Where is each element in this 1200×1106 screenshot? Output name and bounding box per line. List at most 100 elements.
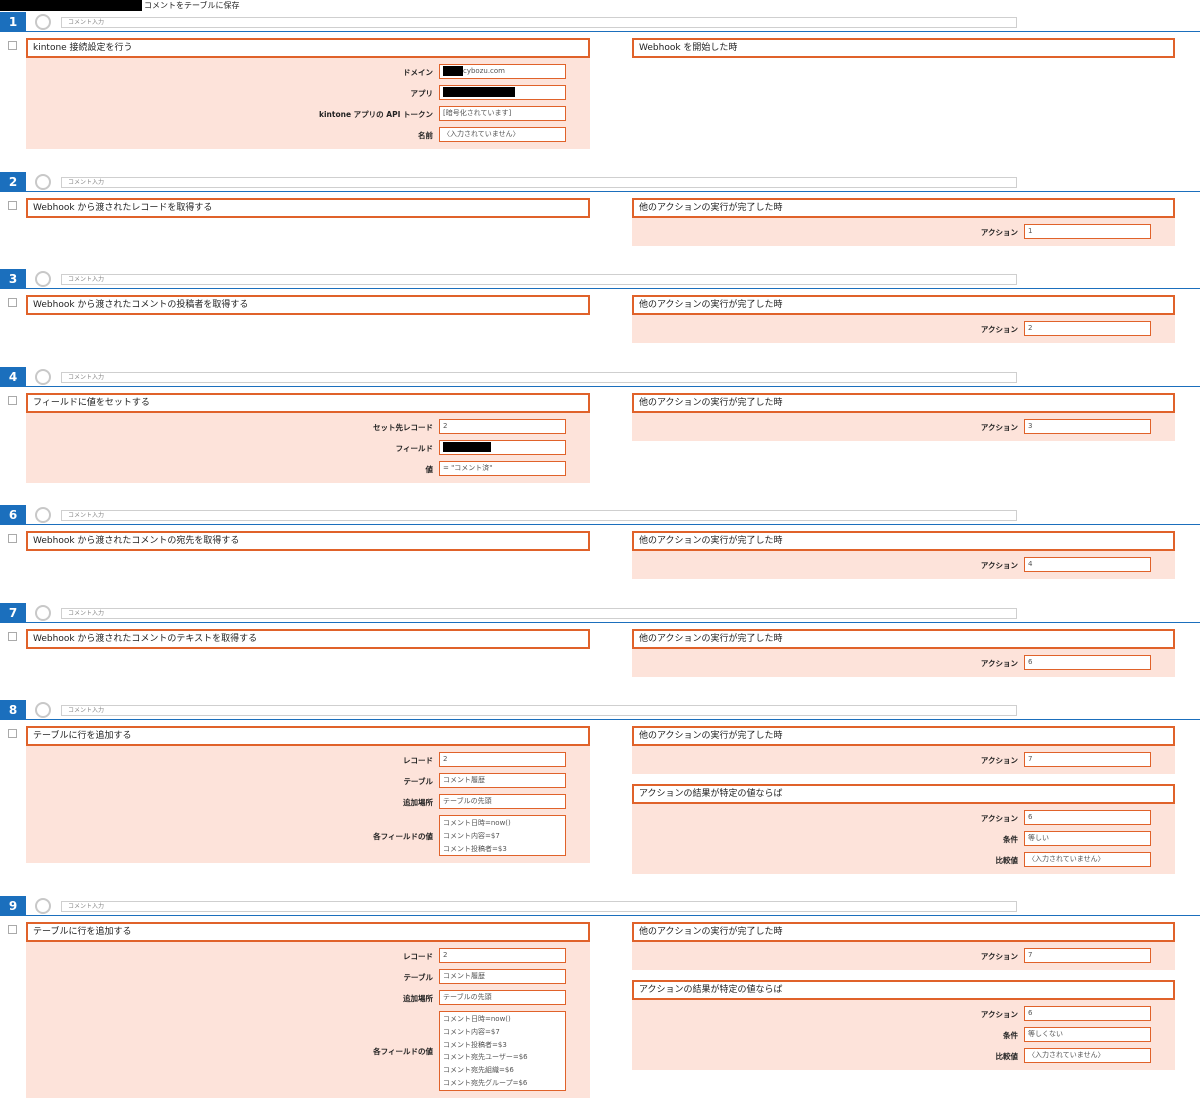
action-title[interactable]: テーブルに行を追加する	[26, 922, 590, 942]
action-title[interactable]: Webhook を開始した時	[632, 38, 1175, 58]
setting-row: アクション 6	[632, 810, 1175, 825]
setting-row: 比較値 〈入力されていません〉	[632, 852, 1175, 867]
action-title[interactable]: Webhook から渡されたレコードを取得する	[26, 198, 590, 218]
setting-label: レコード	[403, 755, 433, 765]
setting-value-field[interactable]: 6	[1024, 810, 1151, 825]
setting-value-field[interactable]: 等しい	[1024, 831, 1151, 846]
setting-value-field[interactable]	[439, 440, 566, 455]
setting-value-field[interactable]: = "コメント済"	[439, 461, 566, 476]
setting-value-field[interactable]: cybozu.com	[439, 64, 566, 79]
setting-label: アプリ	[410, 88, 434, 98]
setting-value: 等しくない	[1028, 1030, 1063, 1038]
value-line: コメント宛先グループ=$6	[443, 1078, 528, 1087]
setting-value-field[interactable]: 〈入力されていません〉	[1024, 1048, 1151, 1063]
action-title[interactable]: フィールドに値をセットする	[26, 393, 590, 413]
comment-input[interactable]: コメント入力	[61, 705, 1017, 716]
comment-input[interactable]: コメント入力	[61, 274, 1017, 285]
step-checkbox[interactable]	[8, 201, 17, 210]
action-title[interactable]: 他のアクションの実行が完了した時	[632, 295, 1175, 315]
section-divider	[26, 288, 1200, 289]
value-line: コメント宛先組織=$6	[443, 1066, 514, 1075]
setting-value-field[interactable]: 7	[1024, 948, 1151, 963]
trigger-panel: 他のアクションの実行が完了した時 アクション 3	[632, 393, 1175, 441]
action-title[interactable]: kintone 接続設定を行う	[26, 38, 590, 58]
setting-label-box: テーブル	[26, 773, 433, 788]
setting-row: フィールド	[26, 440, 590, 455]
setting-row: アクション 1	[632, 224, 1175, 239]
step-number-badge: 7	[0, 603, 26, 623]
setting-label: 比較値	[995, 1051, 1019, 1061]
action-title[interactable]: 他のアクションの実行が完了した時	[632, 531, 1175, 551]
comment-input[interactable]: コメント入力	[61, 372, 1017, 383]
setting-value-field[interactable]: テーブルの先頭	[439, 794, 566, 809]
comment-input[interactable]: コメント入力	[61, 510, 1017, 521]
setting-label: 比較値	[995, 855, 1019, 865]
trigger-panel: 他のアクションの実行が完了した時 アクション 7	[632, 922, 1175, 970]
comment-input[interactable]: コメント入力	[61, 17, 1017, 28]
comment-input[interactable]: コメント入力	[61, 177, 1017, 188]
setting-value-field[interactable]: コメント履歴	[439, 969, 566, 984]
comment-input[interactable]: コメント入力	[61, 608, 1017, 619]
setting-label-box: アクション	[632, 321, 1018, 336]
setting-value-field[interactable]: 2	[439, 752, 566, 767]
setting-value-field[interactable]: 4	[1024, 557, 1151, 572]
action-step: 1 コメント入力 kintone 接続設定を行う ドメイン cybozu.com アプリ k…	[0, 12, 1200, 149]
setting-value-field[interactable]	[439, 85, 566, 100]
setting-value: cybozu.com	[463, 67, 506, 75]
action-title[interactable]: アクションの結果が特定の値ならば	[632, 784, 1175, 804]
setting-value-field[interactable]: 〈入力されていません〉	[439, 127, 566, 142]
action-title[interactable]: 他のアクションの実行が完了した時	[632, 393, 1175, 413]
setting-value-field[interactable]: テーブルの先頭	[439, 990, 566, 1005]
setting-value-field[interactable]: 3	[1024, 419, 1151, 434]
step-number-badge: 9	[0, 896, 26, 916]
step-checkbox[interactable]	[8, 396, 17, 405]
redacted-value	[443, 442, 491, 452]
setting-label-box: テーブル	[26, 969, 433, 984]
setting-row: 追加場所 テーブルの先頭	[26, 794, 590, 809]
setting-row: アクション 4	[632, 557, 1175, 572]
setting-value-field[interactable]: 〈入力されていません〉	[1024, 852, 1151, 867]
comment-input[interactable]: コメント入力	[61, 901, 1017, 912]
action-settings: アクション 7	[632, 942, 1175, 970]
step-checkbox[interactable]	[8, 534, 17, 543]
setting-value-field[interactable]: 等しくない	[1024, 1027, 1151, 1042]
value-line: コメント日時=now()	[443, 819, 511, 827]
setting-value-field[interactable]: コメント履歴	[439, 773, 566, 788]
action-title[interactable]: アクションの結果が特定の値ならば	[632, 980, 1175, 1000]
setting-value-field[interactable]: 1	[1024, 224, 1151, 239]
action-title[interactable]: テーブルに行を追加する	[26, 726, 590, 746]
status-circle-icon	[35, 702, 51, 718]
action-title[interactable]: 他のアクションの実行が完了した時	[632, 922, 1175, 942]
status-circle-icon	[35, 174, 51, 190]
setting-value-field[interactable]: 6	[1024, 1006, 1151, 1021]
setting-value-field[interactable]: 2	[1024, 321, 1151, 336]
setting-row: 各フィールドの値 コメント日時=now() コメント内容=$7 コメント投稿者=$3	[26, 815, 590, 857]
setting-value-field[interactable]: 2	[439, 948, 566, 963]
trigger-panel: 他のアクションの実行が完了した時アクション 2	[632, 295, 1175, 343]
step-number-badge: 2	[0, 172, 26, 192]
step-checkbox[interactable]	[8, 298, 17, 307]
setting-value-field[interactable]: 6	[1024, 655, 1151, 670]
setting-value-field[interactable]: 7	[1024, 752, 1151, 767]
step-checkbox[interactable]	[8, 41, 17, 50]
setting-label-box: レコード	[26, 752, 433, 767]
step-checkbox[interactable]	[8, 632, 17, 641]
setting-label: アクション	[980, 227, 1018, 237]
action-title[interactable]: 他のアクションの実行が完了した時	[632, 198, 1175, 218]
value-line: コメント宛先ユーザー=$6	[443, 1053, 528, 1062]
redacted-block	[0, 0, 142, 11]
setting-label: kintone アプリの API トークン	[319, 109, 433, 119]
setting-value-field[interactable]: コメント日時=now() コメント内容=$7 コメント投稿者=$3 コメント宛先ユーザ…	[439, 1011, 566, 1091]
action-title[interactable]: Webhook から渡されたコメントの投稿者を取得する	[26, 295, 590, 315]
step-checkbox[interactable]	[8, 925, 17, 934]
action-settings: アクション 6	[632, 649, 1175, 677]
step-checkbox[interactable]	[8, 729, 17, 738]
action-title[interactable]: Webhook から渡されたコメントのテキストを取得する	[26, 629, 590, 649]
action-title[interactable]: Webhook から渡されたコメントの宛先を取得する	[26, 531, 590, 551]
setting-value-field[interactable]: コメント日時=now() コメント内容=$7 コメント投稿者=$3	[439, 815, 566, 857]
action-title[interactable]: 他のアクションの実行が完了した時	[632, 726, 1175, 746]
action-title[interactable]: 他のアクションの実行が完了した時	[632, 629, 1175, 649]
setting-value-field[interactable]: [暗号化されています]	[439, 106, 566, 121]
setting-value-field[interactable]: 2	[439, 419, 566, 434]
setting-value: 6	[1028, 658, 1033, 666]
